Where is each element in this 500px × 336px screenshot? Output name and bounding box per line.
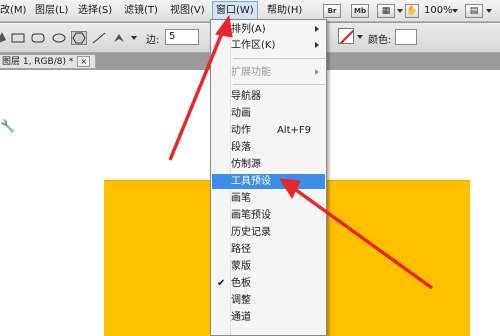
menu-layer[interactable]: 图层(L) (35, 0, 68, 22)
menu-view[interactable]: 视图(V) (170, 0, 205, 22)
color-label: 颜色: (368, 35, 392, 46)
chevron-down-icon[interactable] (452, 9, 458, 13)
menu-filter[interactable]: 滤镜(T) (124, 0, 158, 22)
checkmark-icon: ✔ (217, 278, 226, 289)
menu-item-navigator[interactable]: 导航器 (212, 89, 325, 104)
menu-item-swatches[interactable]: ✔ 色板 (212, 276, 325, 291)
mini-bridge-button[interactable]: Mb (351, 4, 369, 18)
sides-label: 边: (146, 35, 160, 46)
sides-input[interactable]: 5 (165, 29, 199, 45)
menu-item-tool-presets[interactable]: 工具预设 (212, 174, 325, 189)
menu-separator (233, 84, 325, 85)
document-tab[interactable]: 图层 1, RGB/8) * × (0, 54, 96, 69)
menu-item-paragraph[interactable]: 段落 (212, 140, 325, 155)
menu-item-actions[interactable]: 动作 Alt+F9 (212, 123, 325, 138)
menu-item-arrange[interactable]: 排列(A) (212, 22, 325, 37)
color-swatch[interactable] (395, 29, 417, 45)
submenu-arrow-icon (315, 42, 319, 48)
wrench-icon: 🔧 (0, 119, 15, 133)
zoom-level[interactable]: 100% (424, 0, 453, 22)
menu-item-masks[interactable]: 蒙版 (212, 259, 325, 274)
rounded-rectangle-tool-icon[interactable] (30, 31, 46, 45)
menu-window[interactable]: 窗口(W) (212, 1, 258, 21)
menu-item-paths[interactable]: 路径 (212, 242, 325, 257)
menu-item-adjustments[interactable]: 调整 (212, 293, 325, 308)
photoshop-window: 修改(M) 图层(L) 选择(S) 滤镜(T) 视图(V) 窗口(W) 帮助(H… (0, 0, 500, 336)
close-icon[interactable]: × (77, 56, 91, 67)
submenu-arrow-icon (315, 26, 319, 32)
menu-item-animation[interactable]: 动画 (212, 106, 325, 121)
menu-item-history[interactable]: 历史记录 (212, 225, 325, 240)
chevron-down-icon[interactable] (486, 9, 492, 13)
hand-tool-icon[interactable]: ✋ (405, 4, 419, 18)
line-tool-icon[interactable] (91, 31, 107, 45)
custom-shape-tool-icon[interactable] (111, 31, 127, 45)
menu-separator (233, 58, 325, 59)
menu-item-brush[interactable]: 画笔 (212, 191, 325, 206)
style-swatch[interactable] (338, 28, 354, 44)
polygon-tool-icon[interactable] (71, 31, 87, 45)
shortcut-label: Alt+F9 (276, 125, 311, 136)
menu-item-workspace[interactable]: 工作区(K) (212, 38, 325, 53)
ellipse-tool-icon[interactable] (51, 31, 67, 45)
document-tab-title: 图层 1, RGB/8) * (2, 57, 74, 67)
window-menu-dropdown: 排列(A) 工作区(K) 扩展功能 导航器 动画 动作 Alt+F9 段落 仿制源… (210, 19, 327, 336)
extras-button[interactable]: ▦ (377, 4, 395, 18)
submenu-arrow-icon (315, 69, 319, 75)
chevron-down-icon[interactable] (397, 9, 403, 13)
chevron-down-icon[interactable] (357, 35, 363, 39)
menu-item-clone-source[interactable]: 仿制源 (212, 157, 325, 172)
bridge-button[interactable]: Br (323, 4, 341, 18)
rectangle-tool-icon[interactable] (10, 31, 26, 45)
menu-item-channels[interactable]: 通道 (212, 310, 325, 325)
menu-edit[interactable]: 修改(M) (0, 0, 26, 22)
menu-select[interactable]: 选择(S) (78, 0, 112, 22)
pen-tool-icon[interactable] (0, 30, 8, 46)
chevron-down-icon[interactable] (131, 36, 137, 40)
menu-item-extensions: 扩展功能 (212, 65, 325, 80)
arrange-documents-icon[interactable]: ▤ (465, 4, 483, 18)
menu-item-brush-presets[interactable]: 画笔预设 (212, 208, 325, 223)
